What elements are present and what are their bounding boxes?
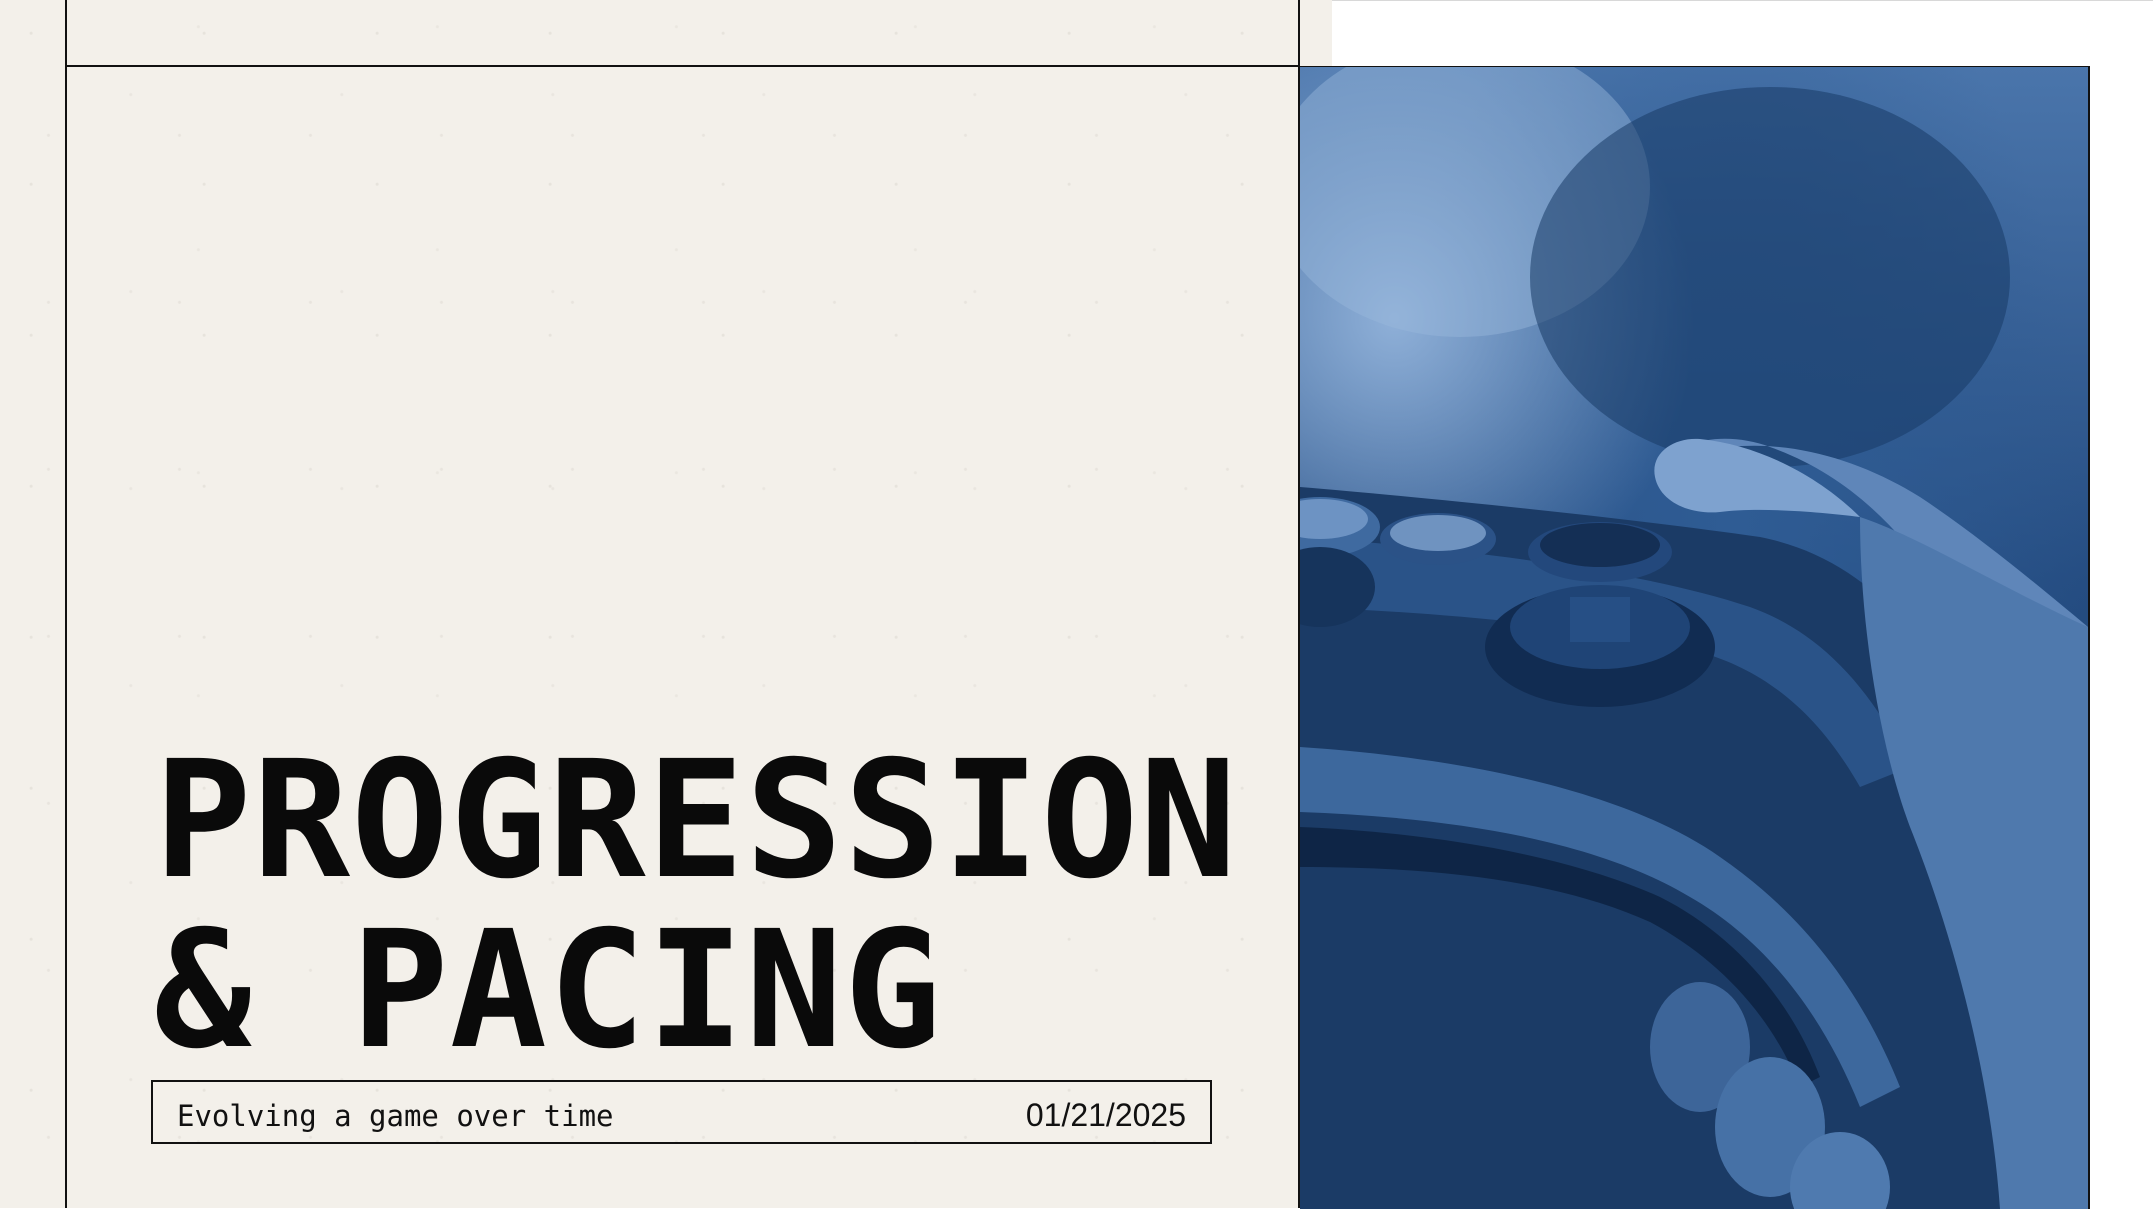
top-rule-line bbox=[65, 65, 1298, 67]
left-rule-line bbox=[65, 0, 67, 1208]
top-edge-line bbox=[1332, 0, 2153, 1]
date-text: 01/21/2025 bbox=[1025, 1097, 1186, 1133]
top-margin-strip bbox=[1332, 0, 2153, 66]
title-line-2: & PACING bbox=[154, 897, 943, 1085]
subtitle-text: Evolving a game over time bbox=[177, 1099, 614, 1133]
center-rule-line bbox=[1298, 0, 1300, 1208]
title-line-1: PROGRESSION bbox=[154, 727, 1238, 915]
subtitle-box: Evolving a game over time 01/21/2025 bbox=[151, 1080, 1212, 1144]
game-controller-photo bbox=[1300, 66, 2090, 1209]
